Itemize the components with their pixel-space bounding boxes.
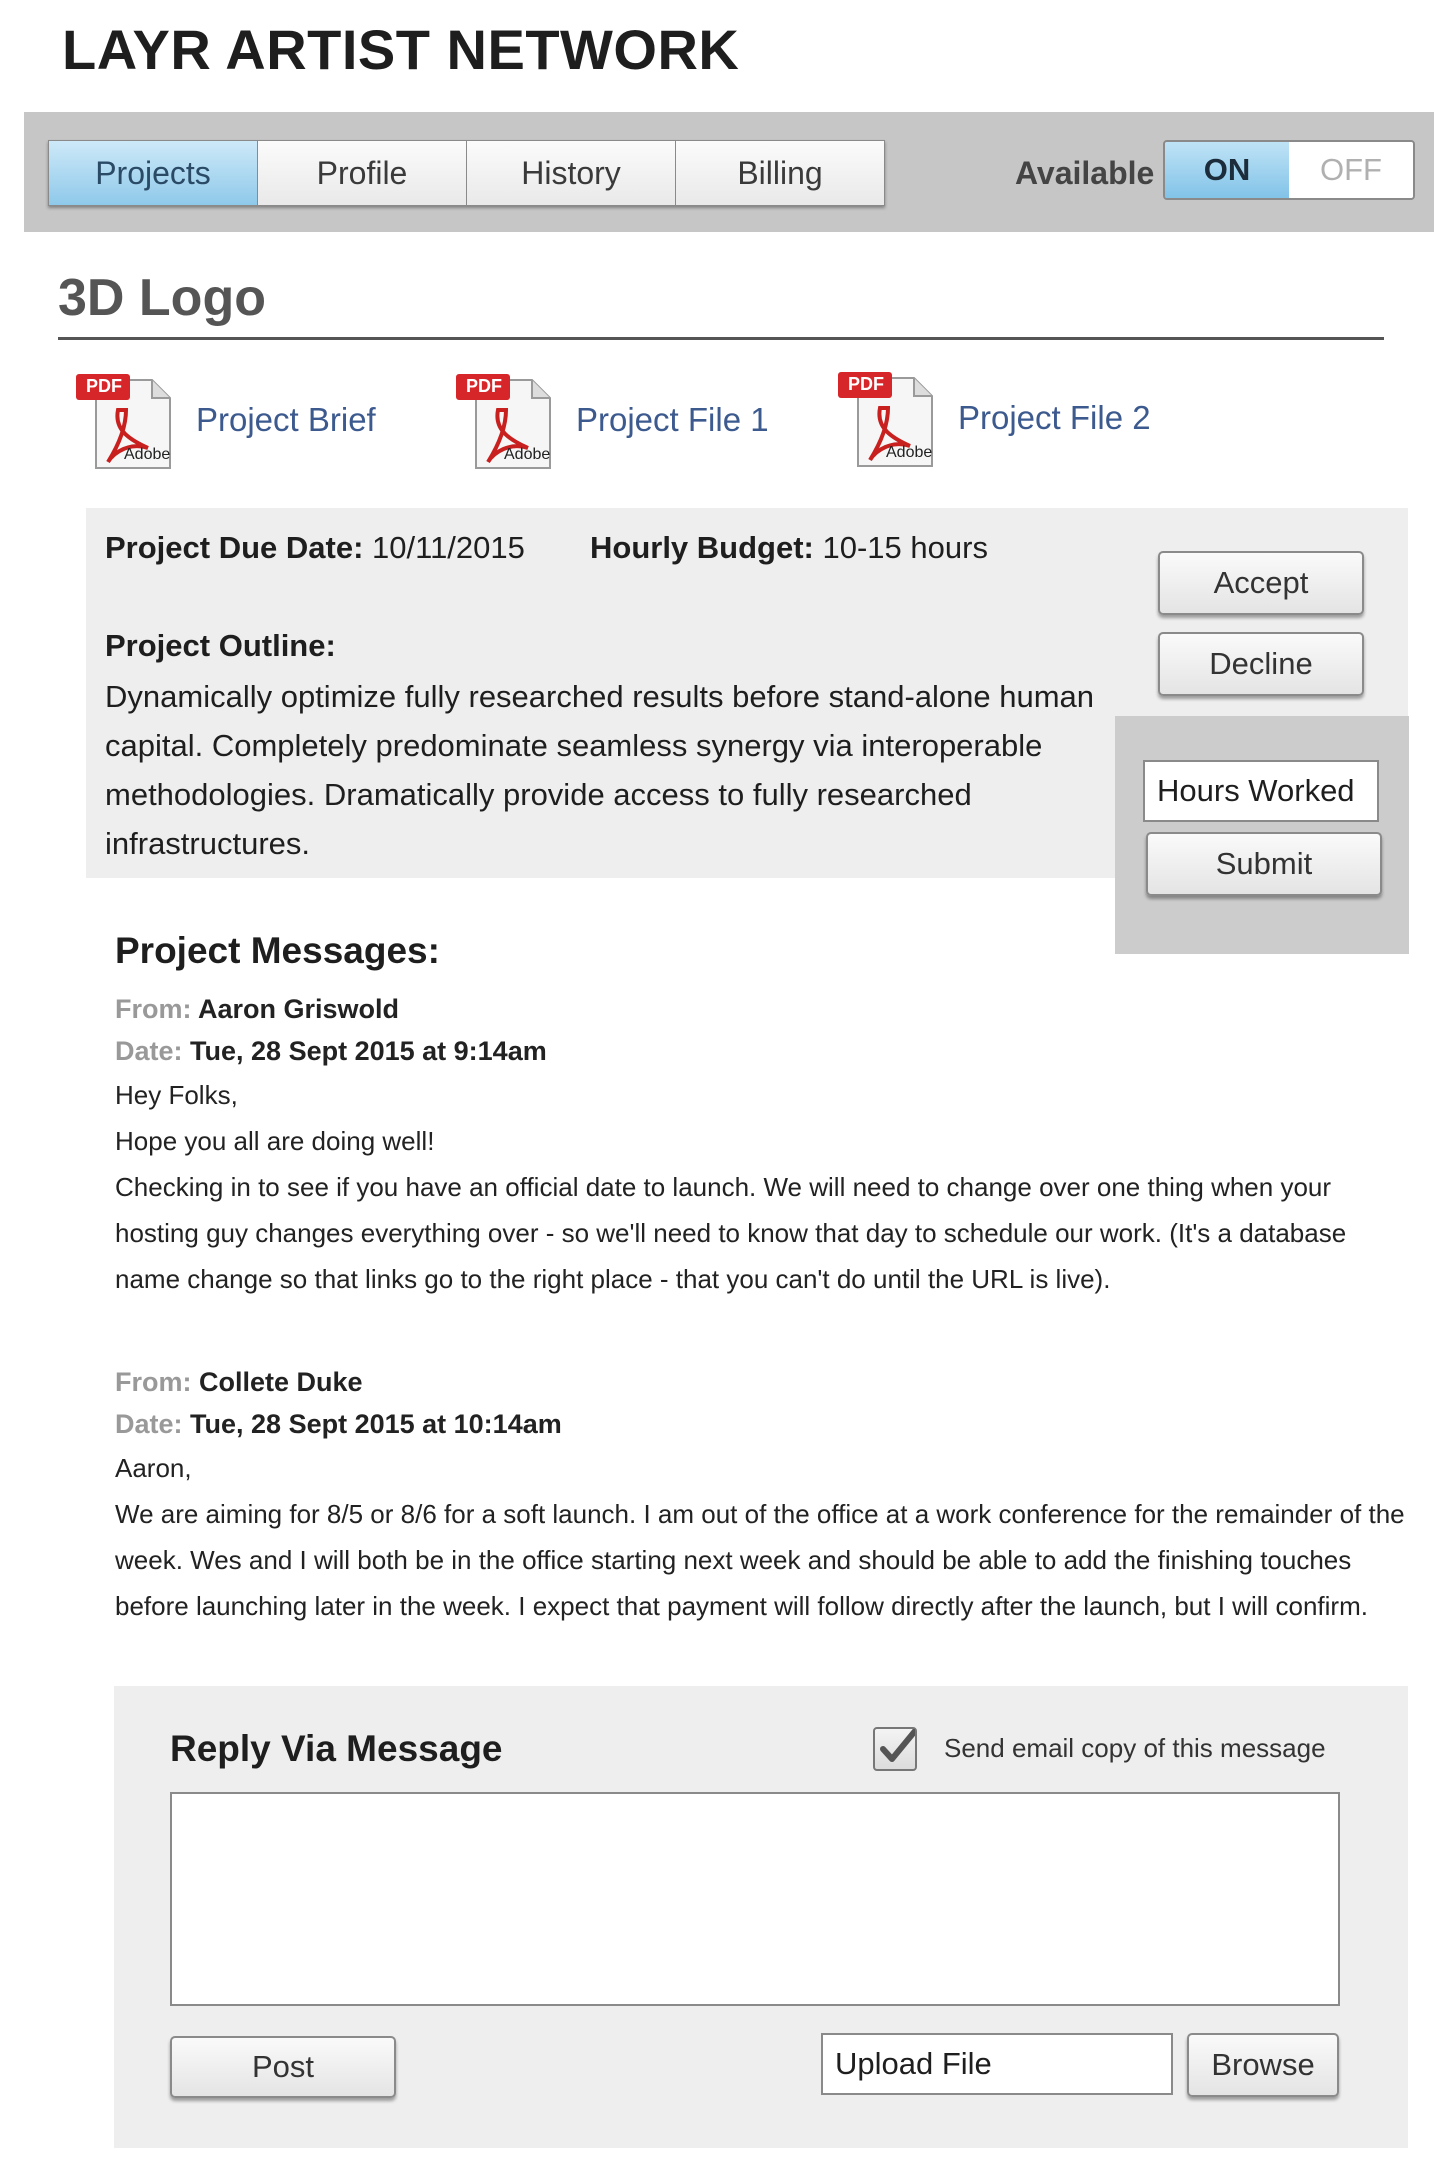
app-title: LAYR ARTIST NETWORK (62, 18, 740, 81)
message-sender: Aaron Griswold (198, 994, 400, 1024)
adobe-label: Adobe (124, 446, 171, 463)
outline-text: Dynamically optimize fully researched re… (105, 679, 1095, 861)
post-button[interactable]: Post (170, 2036, 396, 2098)
messages-heading: Project Messages: (115, 930, 440, 971)
pdf-icon: PDF Adobe (836, 368, 936, 468)
availability-label: Available (1015, 155, 1155, 191)
adobe-label: Adobe (504, 446, 551, 463)
reply-heading: Reply Via Message (170, 1728, 503, 1769)
title-divider (58, 337, 1384, 340)
attachment-project-file-2[interactable]: PDF Adobe Project File 2 (836, 368, 1151, 468)
message-item: From: Aaron Griswold Date: Tue, 28 Sept … (115, 988, 1405, 1302)
message-line: We are aiming for 8/5 or 8/6 for a soft … (115, 1499, 1405, 1621)
availability-off-button[interactable]: OFF (1289, 142, 1413, 198)
reply-message-textarea[interactable] (170, 1792, 1340, 2006)
due-date-value: 10/11/2015 (372, 530, 525, 565)
pdf-icon: PDF Adobe (74, 370, 174, 470)
message-sender: Collete Duke (199, 1367, 363, 1397)
message-date: Date: Tue, 28 Sept 2015 at 10:14am (115, 1403, 1405, 1445)
from-label: From: (115, 994, 192, 1024)
submit-hours-button[interactable]: Submit (1146, 832, 1382, 896)
tab-projects[interactable]: Projects (48, 140, 258, 206)
pdf-icon: PDF Adobe (454, 370, 554, 470)
message-line: Hey Folks, (115, 1080, 238, 1110)
attachment-label[interactable]: Project Brief (196, 401, 376, 439)
budget-value: 10-15 hours (822, 530, 988, 565)
pdf-badge: PDF (86, 376, 122, 396)
accept-button[interactable]: Accept (1158, 551, 1364, 615)
hours-worked-input[interactable]: Hours Worked (1143, 760, 1379, 822)
message-item: From: Collete Duke Date: Tue, 28 Sept 20… (115, 1361, 1405, 1629)
tab-profile[interactable]: Profile (258, 140, 467, 206)
message-date: Date: Tue, 28 Sept 2015 at 9:14am (115, 1030, 1405, 1072)
message-timestamp: Tue, 28 Sept 2015 at 10:14am (190, 1409, 562, 1439)
upload-file-field[interactable]: Upload File (821, 2033, 1173, 2095)
message-body: Hey Folks, Hope you all are doing well! … (115, 1072, 1405, 1302)
date-label: Date: (115, 1036, 183, 1066)
from-label: From: (115, 1367, 192, 1397)
tab-history[interactable]: History (467, 140, 676, 206)
attachment-label[interactable]: Project File 1 (576, 401, 769, 439)
main-tabs: Projects Profile History Billing (48, 140, 885, 206)
adobe-label: Adobe (886, 444, 933, 461)
date-label: Date: (115, 1409, 183, 1439)
checkmark-icon (880, 1728, 918, 1762)
attachment-label[interactable]: Project File 2 (958, 399, 1151, 437)
message-line: Aaron, (115, 1453, 192, 1483)
page-title: 3D Logo (58, 269, 266, 327)
pdf-badge: PDF (848, 374, 884, 394)
message-from: From: Collete Duke (115, 1361, 1405, 1403)
hourly-budget: Hourly Budget: 10-15 hours (590, 530, 988, 566)
decline-button[interactable]: Decline (1158, 632, 1364, 696)
email-copy-checkbox[interactable] (873, 1727, 918, 1771)
message-timestamp: Tue, 28 Sept 2015 at 9:14am (190, 1036, 547, 1066)
due-date: Project Due Date: 10/11/2015 (105, 530, 525, 566)
message-line: Hope you all are doing well! (115, 1126, 435, 1156)
tab-billing[interactable]: Billing (676, 140, 885, 206)
attachment-project-brief[interactable]: PDF Adobe Project Brief (74, 370, 376, 470)
outline-label: Project Outline: (105, 628, 336, 663)
message-body: Aaron, We are aiming for 8/5 or 8/6 for … (115, 1445, 1405, 1629)
browse-button[interactable]: Browse (1187, 2033, 1339, 2097)
attachment-project-file-1[interactable]: PDF Adobe Project File 1 (454, 370, 769, 470)
message-line: Checking in to see if you have an offici… (115, 1172, 1347, 1294)
due-date-label: Project Due Date: (105, 530, 364, 565)
message-from: From: Aaron Griswold (115, 988, 1405, 1030)
availability-on-button[interactable]: ON (1165, 142, 1289, 198)
pdf-badge: PDF (466, 376, 502, 396)
budget-label: Hourly Budget: (590, 530, 814, 565)
email-copy-label: Send email copy of this message (944, 1733, 1326, 1763)
availability-toggle: ON OFF (1163, 140, 1415, 200)
